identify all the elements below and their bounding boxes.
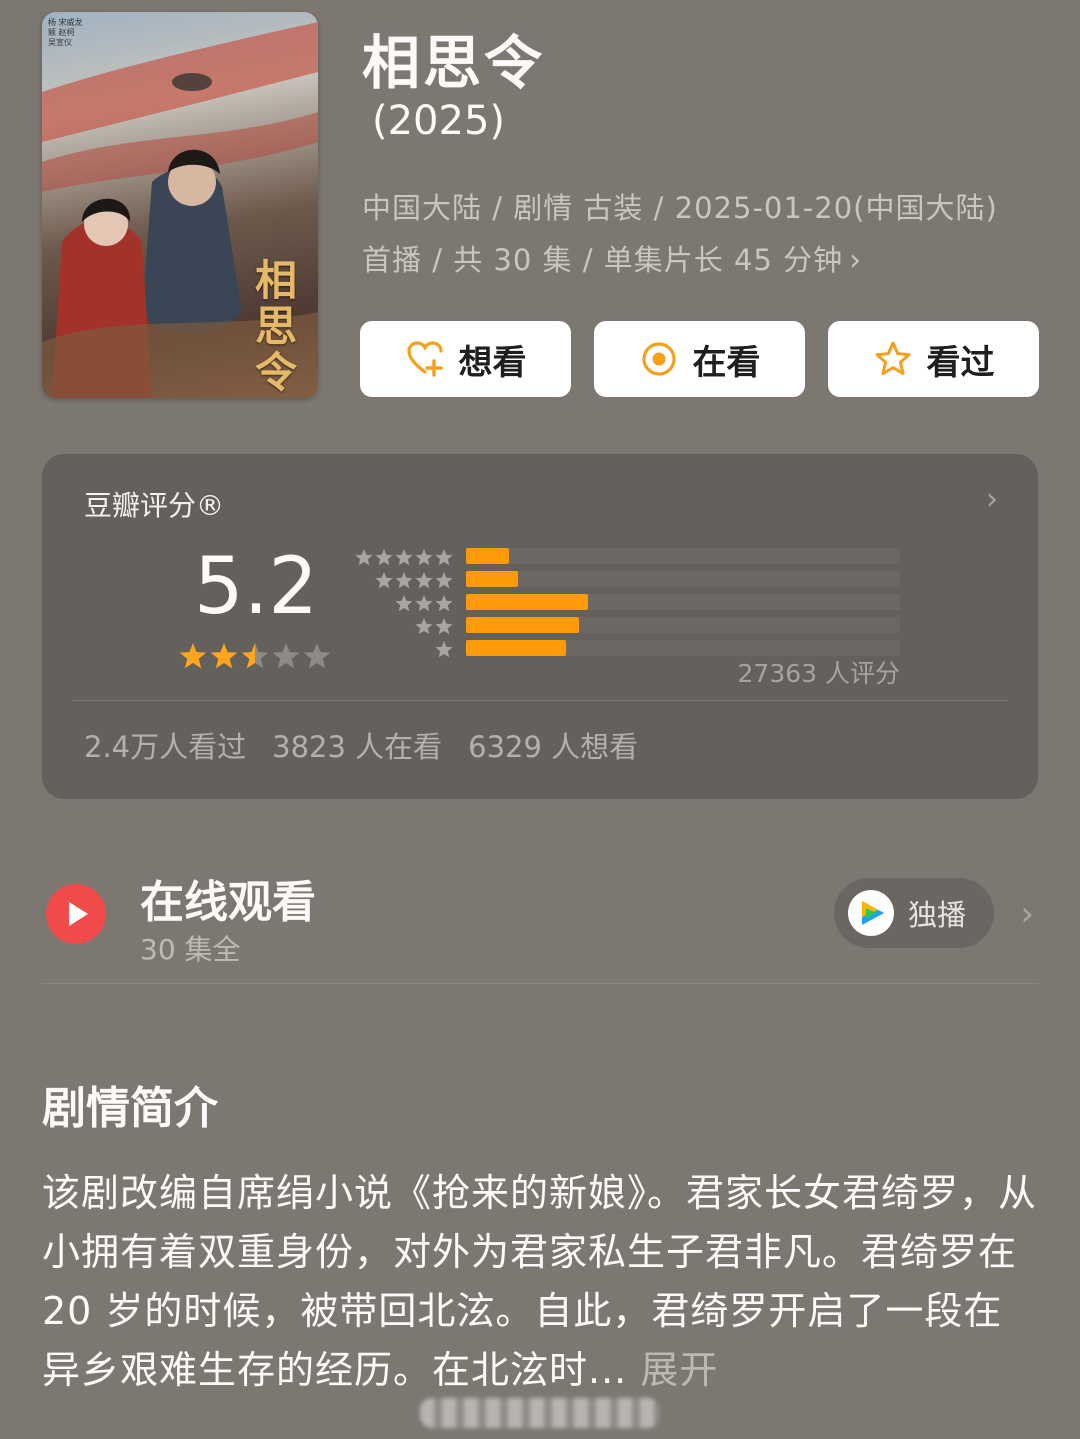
rating-star [272,643,300,669]
poster-image[interactable]: 杨 宋威龙 颖 赵柯 吴宣仪 相思令 [42,12,318,398]
audience-stats: 2.4万人看过 3823 人在看 6329 人想看 [84,724,664,766]
show-meta-text: 中国大陆 / 剧情 古装 / 2025-01-20(中国大陆) 首播 / 共 3… [362,191,998,277]
star-icon [395,594,413,611]
want-to-watch-button[interactable]: 想看 [360,321,571,397]
rating-count: 27363 人评分 [737,659,900,688]
star-level-2 [354,615,454,638]
rating-score: 5.2 [194,542,319,632]
divider [42,983,1038,984]
show-year: (2025) [372,98,506,144]
synopsis-body: 该剧改编自席绢小说《抢来的新娘》。君家长女君绮罗，从小拥有着双重身份，对外为君家… [42,1171,1038,1392]
star-icon [435,617,453,634]
star-level-1 [354,638,454,661]
show-title: 相思令 [362,29,546,97]
platform-badge-label: 独播 [908,898,967,932]
rating-star [303,643,331,669]
rating-bar-4-star [466,571,519,587]
watermark [420,1398,660,1428]
online-watch-title: 在线观看 [140,877,316,928]
target-circle-icon [641,342,676,376]
play-icon [46,884,106,944]
watched-count: 2.4万人看过 [84,730,247,764]
rating-bar-2-star [466,617,579,633]
star-level-3 [354,592,454,615]
poster-title-art: 相思令 [254,256,297,397]
want-count: 6329 人想看 [468,730,639,764]
watched-label: 看过 [926,342,995,383]
synopsis-text: 该剧改编自席绢小说《抢来的新娘》。君家长女君绮罗，从小拥有着双重身份，对外为君家… [42,1164,1038,1400]
online-watch-row[interactable]: 在线观看 30 集全 独播 › [42,862,1038,972]
rating-bar-5-star [466,548,510,564]
chevron-right-icon: › [849,243,863,278]
watching-button[interactable]: 在看 [594,321,805,397]
heart-plus-icon [406,341,443,377]
star-level-4 [354,569,454,592]
star-icon [395,548,413,565]
star-icon [435,594,453,611]
rating-bar-track [466,571,900,587]
star-icon [375,548,393,565]
expand-link[interactable]: 展开 [640,1348,718,1392]
divider [72,700,1008,701]
rating-bar-track [466,594,900,610]
watching-label: 在看 [692,342,761,383]
rating-star [241,643,269,669]
star-icon [415,571,433,588]
star-icon [435,571,453,588]
star-icon [375,571,393,588]
star-icon [415,548,433,565]
rating-bar-track [466,617,900,633]
rating-distribution [466,548,900,663]
rating-stars [179,643,331,669]
star-icon [415,594,433,611]
rating-star [210,643,238,669]
tencent-video-icon [848,890,894,936]
want-to-watch-label: 想看 [458,342,527,383]
rating-star [179,643,207,669]
episode-count: 30 集全 [140,933,241,966]
watched-button[interactable]: 看过 [828,321,1039,397]
star-icon [355,548,373,565]
platform-badge[interactable]: 独播 [834,878,994,948]
rating-label: 豆瓣评分® [84,489,225,522]
show-meta[interactable]: 中国大陆 / 剧情 古装 / 2025-01-20(中国大陆) 首播 / 共 3… [362,182,1032,287]
star-icon [395,571,413,588]
rating-bar-3-star [466,594,588,610]
rating-star-levels [354,546,454,661]
star-icon [415,617,433,634]
rating-bar-track [466,548,900,564]
chevron-right-icon[interactable]: › [986,482,998,517]
poster-credits: 杨 宋威龙 颖 赵柯 吴宣仪 [48,18,83,47]
star-icon [435,548,453,565]
chevron-right-icon[interactable]: › [1020,894,1034,934]
rating-card[interactable]: 豆瓣评分® › 5.2 27363 人评分 2.4万人看过 3823 人在看 632… [42,454,1038,799]
action-row: 想看 在看 看过 [360,321,1040,397]
rating-bar-1-star [466,640,566,656]
star-outline-icon [875,341,910,376]
star-level-5 [354,546,454,569]
watching-count: 3823 人在看 [272,730,443,764]
synopsis-heading: 剧情简介 [42,1083,218,1134]
star-icon [435,640,453,657]
